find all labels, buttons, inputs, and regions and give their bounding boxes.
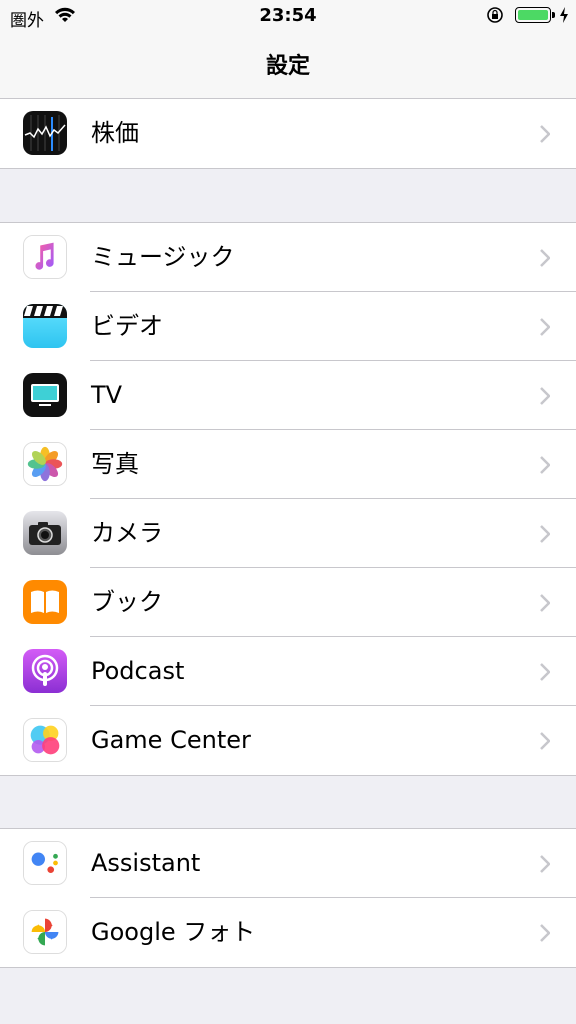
row-label: ミュージック xyxy=(91,243,235,271)
settings-group-1: 株価 xyxy=(0,98,576,169)
chevron-right-icon xyxy=(540,594,550,612)
chevron-right-icon xyxy=(540,924,550,942)
row-label: カメラ xyxy=(91,519,163,547)
chevron-right-icon xyxy=(540,125,550,143)
battery-icon xyxy=(515,7,551,23)
books-icon xyxy=(23,580,67,624)
row-camera[interactable]: カメラ xyxy=(0,499,576,568)
chevron-right-icon xyxy=(540,732,550,750)
chevron-right-icon xyxy=(540,249,550,267)
row-game-center[interactable]: Game Center xyxy=(0,706,576,775)
row-music[interactable]: ミュージック xyxy=(0,223,576,292)
chevron-right-icon xyxy=(540,456,550,474)
music-icon xyxy=(23,235,67,279)
tv-icon xyxy=(23,373,67,417)
video-icon xyxy=(23,304,67,348)
row-label: ブック xyxy=(91,588,163,616)
page-title: 設定 xyxy=(265,54,310,79)
chevron-right-icon xyxy=(540,525,550,543)
row-video[interactable]: ビデオ xyxy=(0,292,576,361)
row-photos[interactable]: 写真 xyxy=(0,430,576,499)
row-label: Google フォト xyxy=(91,918,256,946)
rotation-lock-icon xyxy=(487,7,503,23)
settings-group-3: Assistant Google フォト xyxy=(0,828,576,968)
row-label: 株価 xyxy=(91,119,139,147)
camera-icon xyxy=(23,511,67,555)
row-label: 写真 xyxy=(91,450,139,478)
chevron-right-icon xyxy=(540,387,550,405)
row-books[interactable]: ブック xyxy=(0,568,576,637)
podcast-icon xyxy=(23,649,67,693)
chevron-right-icon xyxy=(540,663,550,681)
top-bar: 圏外 23:54 設定 xyxy=(0,0,576,99)
stocks-icon xyxy=(23,111,67,155)
row-label: ビデオ xyxy=(91,312,163,340)
charging-bolt-icon xyxy=(560,7,568,23)
row-google-photos[interactable]: Google フォト xyxy=(0,898,576,967)
status-bar: 圏外 23:54 xyxy=(0,0,576,34)
chevron-right-icon xyxy=(540,855,550,873)
row-tv[interactable]: TV xyxy=(0,361,576,430)
settings-group-2: ミュージック ビデオ TV 写真 カメラ ブック Podcast Game Ce… xyxy=(0,222,576,776)
row-label: Podcast xyxy=(91,657,185,685)
row-label: TV xyxy=(91,381,123,409)
row-podcast[interactable]: Podcast xyxy=(0,637,576,706)
game-center-icon xyxy=(23,718,67,762)
photos-icon xyxy=(23,442,67,486)
row-label: Game Center xyxy=(91,726,251,754)
row-label: Assistant xyxy=(91,849,201,877)
google-photos-icon xyxy=(23,910,67,954)
assistant-icon xyxy=(23,841,67,885)
battery-tip xyxy=(552,12,555,18)
chevron-right-icon xyxy=(540,318,550,336)
row-assistant[interactable]: Assistant xyxy=(0,829,576,898)
row-stocks[interactable]: 株価 xyxy=(0,99,576,168)
